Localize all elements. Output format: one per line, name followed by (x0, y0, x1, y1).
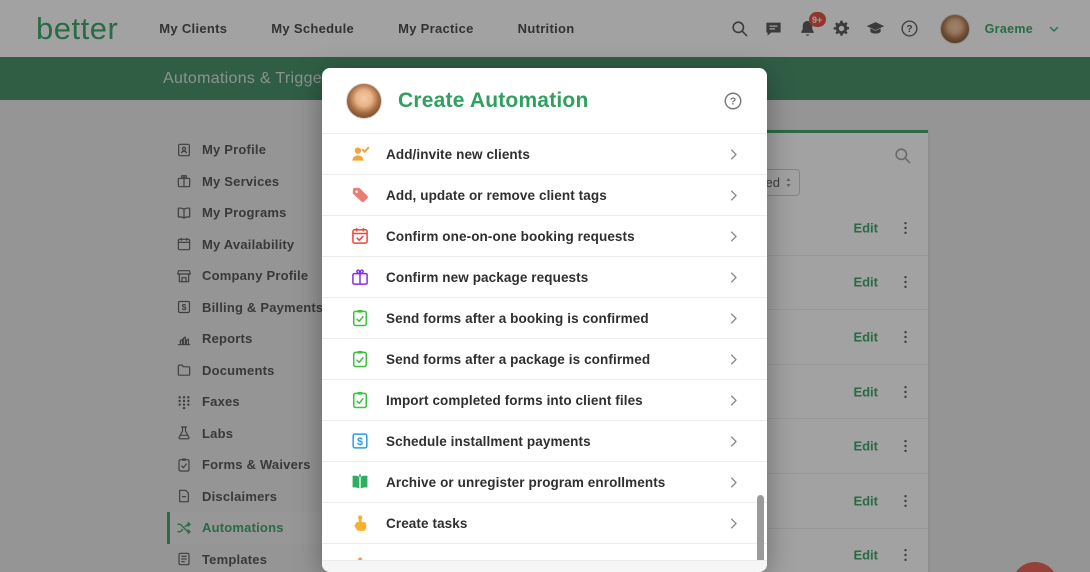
automation-option-label: Archive or unregister program enrollment… (386, 475, 665, 490)
automation-option-archive-or-unregister-program-enrollments[interactable]: Archive or unregister program enrollment… (322, 462, 767, 503)
modal-title: Create Automation (398, 89, 707, 113)
automation-option-icon (350, 513, 374, 533)
chevron-right-icon (726, 475, 741, 490)
chevron-right-icon (726, 311, 741, 326)
automation-option-icon (350, 144, 374, 164)
automation-option-label: Schedule installment payments (386, 434, 591, 449)
automation-option-label: Send forms after a package is confirmed (386, 352, 650, 367)
chevron-right-icon (726, 188, 741, 203)
svg-text:?: ? (730, 96, 736, 107)
chevron-right-icon (726, 434, 741, 449)
automation-option-label: Create tasks (386, 516, 468, 531)
automation-option-schedule-installment-payments[interactable]: $ Schedule installment payments (322, 421, 767, 462)
modal-footer (322, 560, 767, 572)
automation-option-icon (350, 185, 374, 205)
automation-option-create-tasks[interactable]: Create tasks (322, 503, 767, 544)
chevron-right-icon (726, 270, 741, 285)
automation-option-add-update-or-remove-client-tags[interactable]: Add, update or remove client tags (322, 175, 767, 216)
modal-header: Create Automation ? (322, 68, 767, 134)
automation-option-label: Import completed forms into client files (386, 393, 643, 408)
svg-text:$: $ (357, 436, 363, 448)
automation-option-icon (350, 226, 374, 246)
automation-option-send-forms-after-a-booking-is-confirmed[interactable]: Send forms after a booking is confirmed (322, 298, 767, 339)
modal-help-icon[interactable]: ? (723, 91, 743, 111)
automation-options: Add/invite new clients Add, update or re… (322, 134, 767, 572)
automation-option-icon: $ (350, 431, 374, 451)
automation-option-icon (350, 267, 374, 287)
automation-option-label: Add, update or remove client tags (386, 188, 607, 203)
automation-option-label: Confirm one-on-one booking requests (386, 229, 635, 244)
automation-option-add-invite-new-clients[interactable]: Add/invite new clients (322, 134, 767, 175)
automation-option-send-forms-after-a-package-is-confirmed[interactable]: Send forms after a package is confirmed (322, 339, 767, 380)
automation-option-icon (350, 472, 374, 492)
automation-option-icon (350, 390, 374, 410)
automation-option-label: Add/invite new clients (386, 147, 530, 162)
automation-option-label: Send forms after a booking is confirmed (386, 311, 649, 326)
automation-option-confirm-one-on-one-booking-requests[interactable]: Confirm one-on-one booking requests (322, 216, 767, 257)
automation-option-icon (350, 349, 374, 369)
app-root: better My ClientsMy ScheduleMy PracticeN… (0, 0, 1090, 572)
automation-option-import-completed-forms-into-client-files[interactable]: Import completed forms into client files (322, 380, 767, 421)
create-automation-modal: Create Automation ? Add/invite new clien… (322, 68, 767, 572)
chevron-right-icon (726, 393, 741, 408)
chevron-right-icon (726, 229, 741, 244)
avatar (346, 83, 382, 119)
automation-option-confirm-new-package-requests[interactable]: Confirm new package requests (322, 257, 767, 298)
chevron-right-icon (726, 516, 741, 531)
chevron-right-icon (726, 147, 741, 162)
chevron-right-icon (726, 352, 741, 367)
automation-option-label: Confirm new package requests (386, 270, 588, 285)
automation-option-icon (350, 308, 374, 328)
